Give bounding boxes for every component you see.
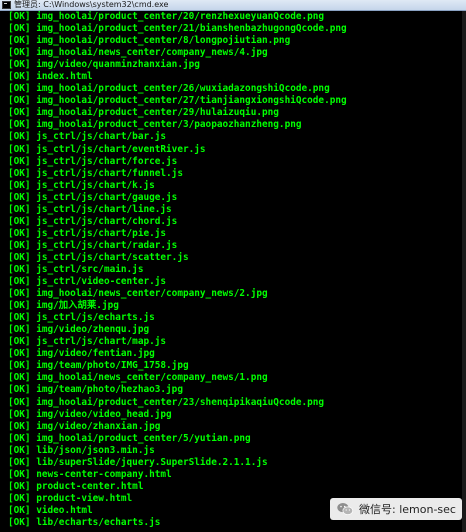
console-line: [OK] img_hoolai/product_center/3/paopaoz… xyxy=(8,119,302,131)
console-line: [OK] img_hoolai/product_center/23/shenqi… xyxy=(8,396,325,408)
console-line: [OK] img_hoolai/product_center/21/biansh… xyxy=(8,23,347,35)
console-line: [OK] js_ctrl/js/chart/funnel.js xyxy=(8,167,183,179)
console-line: [OK] img/video/zhanxian.jpg xyxy=(8,420,161,432)
console-line: [OK] news-center-company.html xyxy=(8,468,172,480)
console-line: [OK] js_ctrl/js/echarts.js xyxy=(8,312,155,324)
console-line: [OK] img_hoolai/product_center/26/wuxiad… xyxy=(8,83,330,95)
console-line: [OK] img/video/video_head.jpg xyxy=(8,408,172,420)
console-line: [OK] img_hoolai/product_center/29/hulaiz… xyxy=(8,107,279,119)
console-line: [OK] js_ctrl/js/chart/radar.js xyxy=(8,239,178,251)
console-line: [OK] js_ctrl/js/chart/pie.js xyxy=(8,227,167,239)
console-line: [OK] index.html xyxy=(8,71,93,83)
console-line: [OK] js_ctrl/js/chart/chord.js xyxy=(8,215,178,227)
console-line: [OK] img/video/zhenqu.jpg xyxy=(8,324,150,336)
cmd-icon xyxy=(2,1,11,9)
console-line: [OK] js_ctrl/src/main.js xyxy=(8,263,144,275)
console-line: [OK] img/team/photo/IMG_1758.jpg xyxy=(8,360,189,372)
console-line: [OK] js_ctrl/js/chart/map.js xyxy=(8,336,167,348)
console-line: [OK] img/video/fentian.jpg xyxy=(8,348,155,360)
console-line: [OK] img_hoolai/product_center/20/renzhe… xyxy=(8,11,325,22)
console-line: [OK] img_hoolai/news_center/company_news… xyxy=(8,288,268,300)
console-line: [OK] js_ctrl/js/chart/k.js xyxy=(8,179,155,191)
wechat-icon xyxy=(337,503,354,515)
console-line: [OK] lib/superSlide/jquery.SuperSlide.2.… xyxy=(8,456,268,468)
console-line: [OK] img_hoolai/product_center/5/yutian.… xyxy=(8,432,251,444)
console-line: [OK] js_ctrl/js/chart/line.js xyxy=(8,203,172,215)
console-line: [OK] product-center.html xyxy=(8,480,144,492)
console-line: [OK] img/team/photo/hezhao3.jpg xyxy=(8,384,183,396)
console-line: [OK] js_ctrl/js/chart/force.js xyxy=(8,155,178,167)
console-line: [OK] lib/json/json3.min.js xyxy=(8,444,155,456)
scrollbar[interactable] xyxy=(462,11,466,532)
console-line: [OK] js_ctrl/js/chart/scatter.js xyxy=(8,251,189,263)
console-line: [OK] js_ctrl/js/chart/gauge.js xyxy=(8,191,178,203)
title-bar[interactable]: 管理员: C:\Windows\system32\cmd.exe xyxy=(0,0,466,11)
console-output[interactable]: [OK] img_hoolai/product_center/20/renzhe… xyxy=(0,11,462,532)
console-line: [OK] js_ctrl/js/chart/eventRiver.js xyxy=(8,143,206,155)
window-title: 管理员: C:\Windows\system32\cmd.exe xyxy=(14,0,169,9)
console-line: [OK] img_hoolai/product_center/8/longpoj… xyxy=(8,35,291,47)
console-line: [OK] img_hoolai/news_center/company_news… xyxy=(8,47,268,59)
console-line: [OK] img_hoolai/news_center/company_news… xyxy=(8,372,268,384)
console-line: [OK] img_hoolai/product_center/27/tianji… xyxy=(8,95,347,107)
watermark-text: 微信号: lemon-sec xyxy=(359,503,456,516)
console-line: [OK] img/video/quanminzhanxian.jpg xyxy=(8,59,200,71)
watermark: 微信号: lemon-sec xyxy=(330,498,462,520)
console-line: [OK] js_ctrl/js/chart/bar.js xyxy=(8,131,167,143)
console-line: [OK] js_ctrl/video-center.js xyxy=(8,276,167,288)
console-line: [OK] img/加入胡莱.jpg xyxy=(8,300,119,312)
